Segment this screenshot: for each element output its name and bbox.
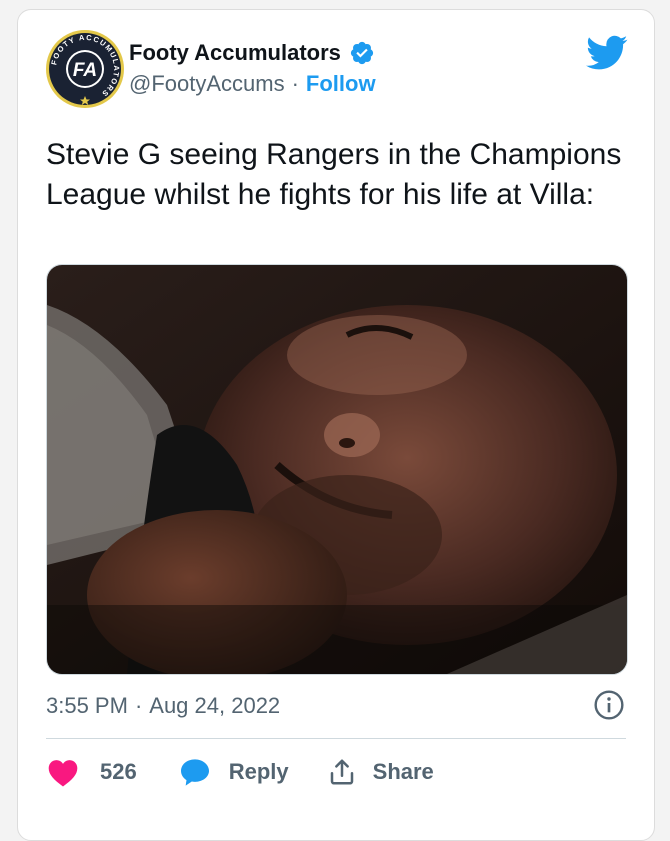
heart-icon [48, 760, 78, 787]
tweet-card: FOOTY ACCUMULATORS FA Footy Accumulators… [17, 9, 655, 841]
share-label: Share [372, 759, 434, 784]
separator-dot: · [134, 693, 143, 718]
reply-button[interactable]: Reply [179, 757, 289, 787]
avatar-monogram: FA [73, 60, 97, 81]
divider [46, 738, 626, 739]
tweet-time: 3:55 PM [46, 693, 128, 718]
info-icon[interactable] [593, 689, 625, 721]
like-count: 526 [100, 759, 137, 784]
author-handle-row: @FootyAccums · Follow [129, 71, 376, 97]
like-button[interactable]: 526 [46, 757, 137, 787]
tweet-date: Aug 24, 2022 [149, 693, 281, 718]
twitter-bird-icon[interactable] [586, 35, 628, 71]
verified-badge-icon [350, 41, 373, 65]
share-icon [330, 759, 353, 785]
separator-dot: · [291, 71, 299, 96]
avatar[interactable]: FOOTY ACCUMULATORS FA [45, 29, 125, 109]
share-button[interactable]: Share [327, 757, 434, 787]
tweet-text: Stevie G seeing Rangers in the Champions… [46, 138, 622, 211]
video-still [47, 265, 627, 674]
author-name-row: Footy Accumulators [129, 38, 375, 68]
follow-button[interactable]: Follow [306, 71, 376, 97]
author-name[interactable]: Footy Accumulators [129, 40, 341, 66]
tweet-media[interactable] [46, 264, 628, 675]
tweet-timestamp[interactable]: 3:55 PM · Aug 24, 2022 [46, 693, 280, 719]
author-handle[interactable]: @FootyAccums [129, 71, 285, 97]
speech-bubble-icon [180, 759, 209, 786]
action-bar: 526 Reply Share [46, 754, 434, 790]
reply-label: Reply [228, 759, 289, 784]
